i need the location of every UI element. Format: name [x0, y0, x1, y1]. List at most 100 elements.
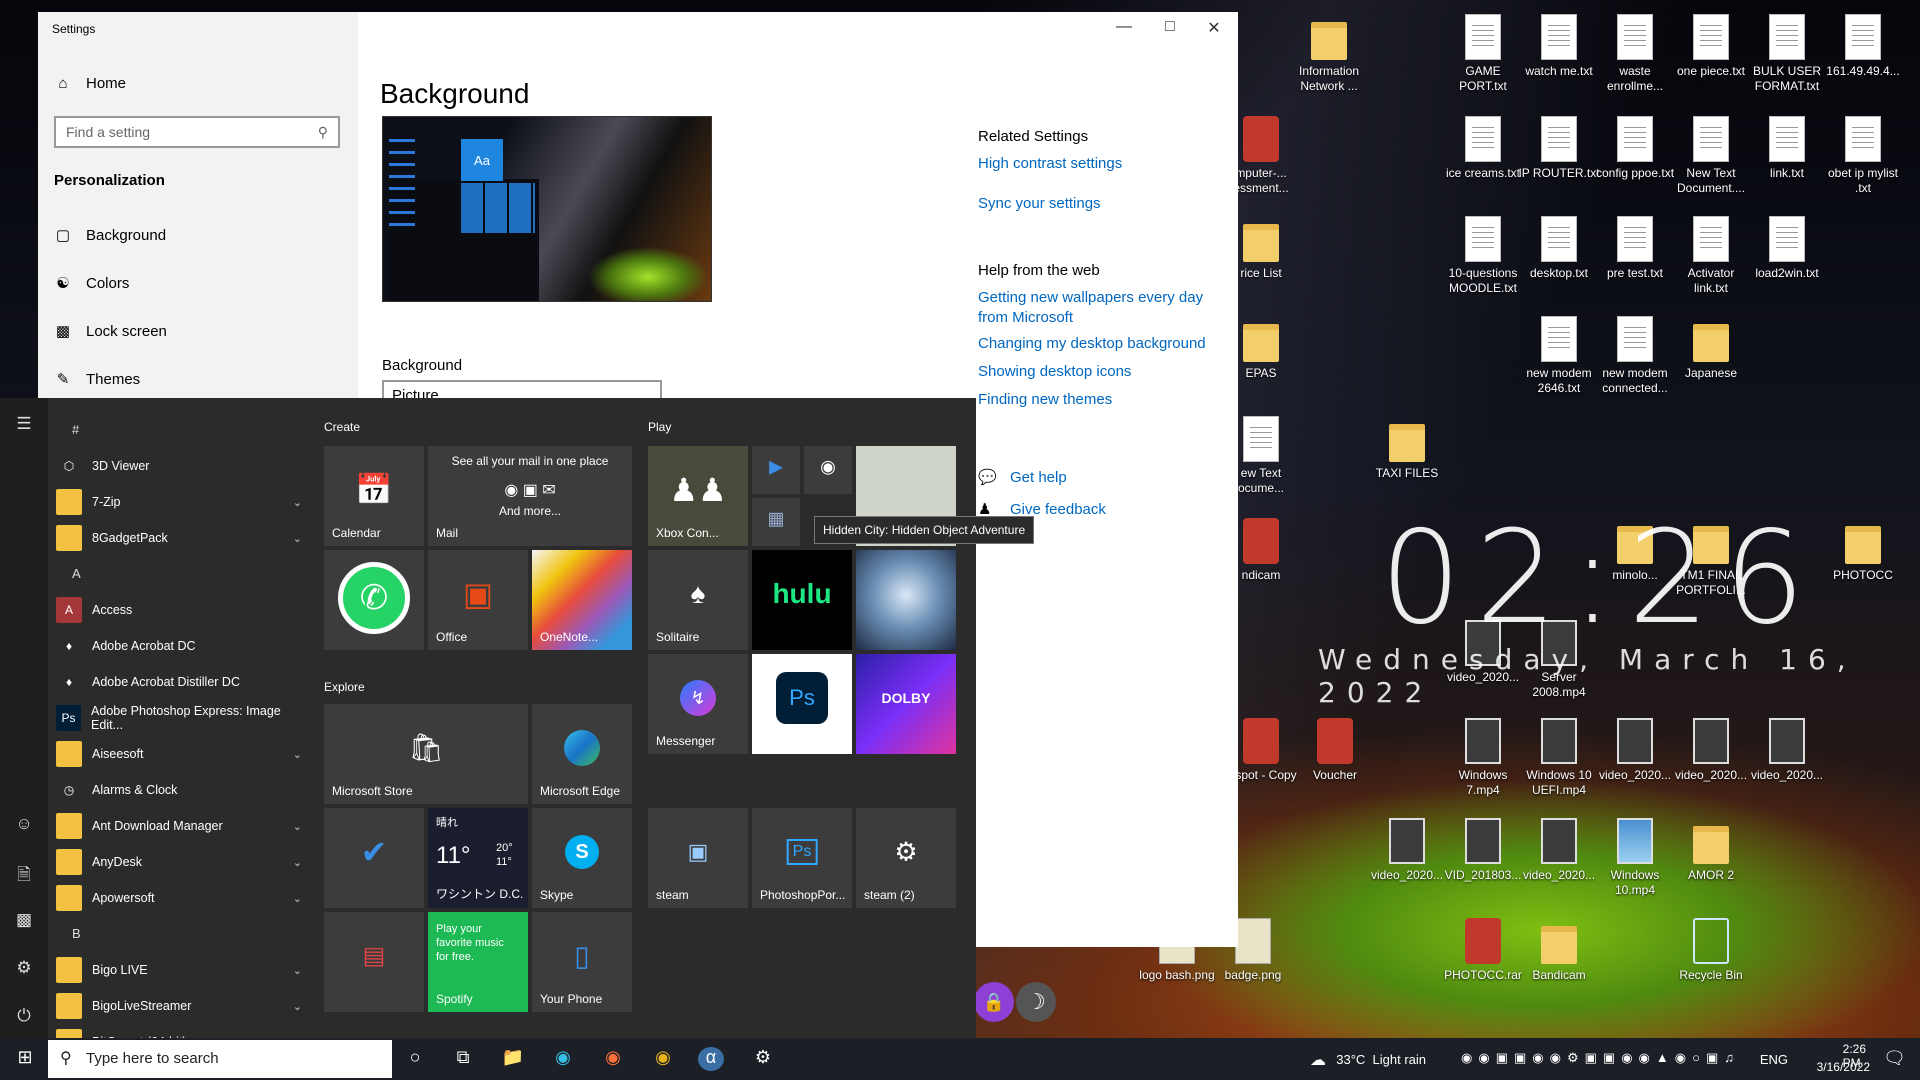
- firefox-icon[interactable]: ◉: [598, 1047, 628, 1071]
- sync-settings-link[interactable]: Sync your settings: [978, 194, 1101, 214]
- tile-messenger[interactable]: ↯ Messenger: [648, 654, 748, 754]
- desktop-icon[interactable]: new modem 2646.txt: [1518, 316, 1600, 396]
- desktop-icon[interactable]: link.txt: [1746, 116, 1828, 181]
- close-button[interactable]: ✕: [1194, 18, 1234, 38]
- app-list-item[interactable]: ◷ Alarms & Clock: [56, 772, 308, 808]
- notification-icon[interactable]: 🗨: [1883, 1048, 1906, 1069]
- desktop-icon[interactable]: PHOTOCC: [1822, 518, 1904, 583]
- tile-microsoft-store[interactable]: 🛍 Microsoft Store: [324, 704, 528, 804]
- alpha-header[interactable]: B: [72, 926, 81, 941]
- nav-colors[interactable]: ☯ Colors: [54, 274, 129, 293]
- task-view-icon[interactable]: ⧉: [448, 1047, 478, 1071]
- desktop-icon[interactable]: obet ip mylist .txt: [1822, 116, 1904, 196]
- desktop-icon[interactable]: video_2020...: [1746, 718, 1828, 783]
- settings-search-input[interactable]: Find a setting ⚲: [54, 116, 340, 148]
- desktop-icon[interactable]: watch me.txt: [1518, 14, 1600, 79]
- tile-xbox[interactable]: ♟♟ Xbox Con...: [648, 446, 748, 546]
- desktop-icon[interactable]: video_2020...: [1366, 818, 1448, 883]
- hamburger-menu-icon[interactable]: ☰: [12, 414, 36, 434]
- qbittorrent-icon[interactable]: α: [698, 1047, 724, 1071]
- desktop-icon[interactable]: Windows 7.mp4: [1442, 718, 1524, 798]
- tile-todo[interactable]: ✔: [324, 808, 424, 908]
- desktop-icon[interactable]: load2win.txt: [1746, 216, 1828, 281]
- file-explorer-icon[interactable]: 📁: [498, 1047, 528, 1071]
- help-link-wallpapers[interactable]: Getting new wallpapers every day from Mi…: [978, 288, 1208, 328]
- desktop-icon[interactable]: IP ROUTER.txt: [1518, 116, 1600, 181]
- desktop-icon[interactable]: config ppoe.txt: [1594, 116, 1676, 181]
- desktop-icon[interactable]: ice creams.txt: [1442, 116, 1524, 181]
- tray-date[interactable]: 3/16/2022: [1817, 1060, 1870, 1074]
- tile-your-phone[interactable]: ▯ Your Phone: [532, 912, 632, 1012]
- app-list-item[interactable]: Aiseesoft ⌄: [56, 736, 308, 772]
- tile-hulu[interactable]: hulu: [752, 550, 852, 650]
- tray-weather[interactable]: 33°C Light rain: [1336, 1052, 1426, 1067]
- tile-edge[interactable]: Microsoft Edge: [532, 704, 632, 804]
- desktop-icon[interactable]: GAME PORT.txt: [1442, 14, 1524, 94]
- app-list-item[interactable]: Ant Download Manager ⌄: [56, 808, 308, 844]
- desktop-icon[interactable]: video_2020...: [1518, 818, 1600, 883]
- power-icon[interactable]: ⏻: [12, 1006, 36, 1026]
- desktop-icon[interactable]: 161.49.49.4...: [1822, 14, 1904, 79]
- desktop-icon[interactable]: Japanese: [1670, 316, 1752, 381]
- tile-calculator[interactable]: ▦: [752, 498, 800, 546]
- tray-app-icons[interactable]: ◉◉▣▣◉◉⚙▣▣◉◉▲◉○▣♫: [1461, 1050, 1740, 1066]
- nav-lock-screen[interactable]: ▩ Lock screen: [54, 322, 167, 341]
- tile-skype[interactable]: S Skype: [532, 808, 632, 908]
- chrome-icon[interactable]: ◉: [648, 1047, 678, 1071]
- nav-themes[interactable]: ✎ Themes: [54, 370, 140, 389]
- tile-mail[interactable]: See all your mail in one place ◉ ▣ ✉ And…: [428, 446, 632, 546]
- desktop-icon[interactable]: AMOR 2: [1670, 818, 1752, 883]
- desktop-icon[interactable]: desktop.txt: [1518, 216, 1600, 281]
- tile-calendar[interactable]: 📅 Calendar: [324, 446, 424, 546]
- tile-news[interactable]: ▤: [324, 912, 424, 1012]
- desktop-icon[interactable]: New Text Document....: [1670, 116, 1752, 196]
- app-list-item[interactable]: ⬡ 3D Viewer: [56, 448, 308, 484]
- desktop-icon[interactable]: Windows 10 UEFI.mp4: [1518, 718, 1600, 798]
- language-indicator[interactable]: ENG: [1760, 1052, 1788, 1067]
- desktop-icon[interactable]: pre test.txt: [1594, 216, 1676, 281]
- tile-office[interactable]: ▣ Office: [428, 550, 528, 650]
- desktop-icon[interactable]: video_2020...: [1594, 718, 1676, 783]
- documents-icon[interactable]: 🗎: [12, 862, 36, 891]
- desktop-icon[interactable]: Voucher: [1294, 718, 1376, 783]
- maximize-button[interactable]: □: [1150, 18, 1190, 36]
- desktop-icon[interactable]: PHOTOCC.rar: [1442, 918, 1524, 983]
- app-list-item[interactable]: ♦ Adobe Acrobat DC: [56, 628, 308, 664]
- desktop-icon[interactable]: 10-questions MOODLE.txt: [1442, 216, 1524, 296]
- minimize-button[interactable]: —: [1104, 18, 1144, 36]
- desktop-icon[interactable]: waste enrollme...: [1594, 14, 1676, 94]
- tile-whatsapp[interactable]: ✆: [324, 550, 424, 650]
- tile-groove[interactable]: ◉: [804, 446, 852, 494]
- taskbar-search-input[interactable]: ⚲ Type here to search: [48, 1040, 392, 1078]
- app-list-item[interactable]: Ps Adobe Photoshop Express: Image Edit...: [56, 700, 308, 736]
- desktop-icon[interactable]: BULK USER FORMAT.txt: [1746, 14, 1828, 94]
- cortana-icon[interactable]: ○: [400, 1047, 430, 1071]
- settings-gear-icon[interactable]: ⚙: [748, 1047, 778, 1071]
- app-list-item[interactable]: Bigo LIVE ⌄: [56, 952, 308, 988]
- desktop-icon[interactable]: Bandicam: [1518, 918, 1600, 983]
- nav-background[interactable]: ▢ Background: [54, 226, 166, 245]
- help-link-desktop-icons[interactable]: Showing desktop icons: [978, 362, 1131, 382]
- tile-weather[interactable]: 晴れ 11° 20° 11° ワシントン D.C.: [428, 808, 528, 908]
- app-list-item[interactable]: A Access: [56, 592, 308, 628]
- pictures-icon[interactable]: ▩: [12, 910, 36, 930]
- tile-spotify[interactable]: Play your favorite music for free. Spoti…: [428, 912, 528, 1012]
- tile-onenote[interactable]: OneNote...: [532, 550, 632, 650]
- desktop-icon[interactable]: VID_201803...: [1442, 818, 1524, 883]
- get-help-link[interactable]: Get help: [1010, 468, 1067, 488]
- desktop-icon[interactable]: one piece.txt: [1670, 14, 1752, 79]
- edge-icon[interactable]: ◉: [548, 1047, 578, 1071]
- app-list-item[interactable]: 8GadgetPack ⌄: [56, 520, 308, 556]
- alpha-header[interactable]: A: [72, 566, 81, 581]
- tile-steam[interactable]: ▣ steam: [648, 808, 748, 908]
- tile-photoshop-express[interactable]: Ps: [752, 654, 852, 754]
- settings-gear-icon[interactable]: ⚙: [12, 958, 36, 978]
- desktop-icon[interactable]: Activator link.txt: [1670, 216, 1752, 296]
- moon-widget-icon[interactable]: ☽: [1016, 982, 1056, 1022]
- home-nav-item[interactable]: ⌂ Home: [54, 74, 126, 92]
- app-list-item[interactable]: BigoLiveStreamer ⌄: [56, 988, 308, 1024]
- user-avatar-icon[interactable]: ☺: [12, 814, 36, 834]
- tile-movies[interactable]: ▶: [752, 446, 800, 494]
- desktop-icon[interactable]: Information Network ...: [1288, 14, 1370, 94]
- tile-steam-2[interactable]: ⚙ steam (2): [856, 808, 956, 908]
